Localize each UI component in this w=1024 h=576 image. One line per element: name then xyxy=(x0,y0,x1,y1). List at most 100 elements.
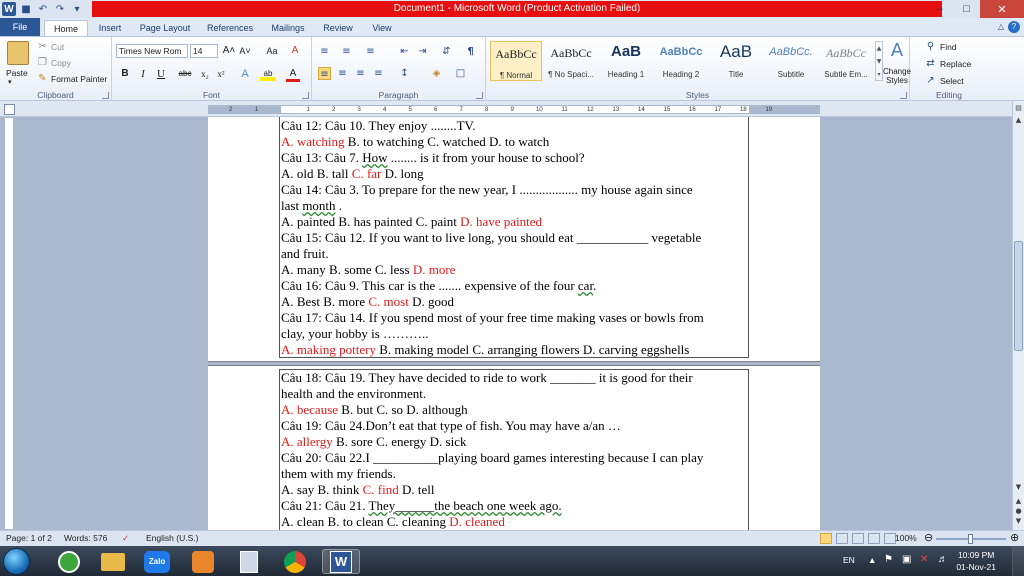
maximize-button[interactable]: □ xyxy=(953,0,980,18)
font-color-icon[interactable]: A xyxy=(286,67,300,82)
question-line[interactable]: Câu 13: Câu 7. How ........ is it from y… xyxy=(280,150,748,166)
question-table-page-1[interactable]: Câu 12: Câu 10. They enjoy ........TV. A.… xyxy=(279,117,749,358)
vertical-scrollbar[interactable]: ▤ ▲ ▼ ▲ ● ▼ xyxy=(1012,101,1024,530)
help-icon[interactable]: ? xyxy=(1008,21,1020,33)
style-no-spacing[interactable]: AaBbCc ¶ No Spaci... xyxy=(545,41,597,81)
network-icon[interactable]: ▣ xyxy=(902,554,911,576)
next-page-icon[interactable]: ▼ xyxy=(1013,516,1024,527)
question-line[interactable]: them with my friends. xyxy=(280,466,748,482)
paste-icon[interactable] xyxy=(7,41,29,65)
chrome-icon[interactable] xyxy=(276,549,314,574)
align-right-icon[interactable]: ≡ xyxy=(354,67,367,80)
select-icon[interactable]: ↗ xyxy=(924,74,937,87)
superscript-button[interactable]: x² xyxy=(214,67,228,81)
web-layout-icon[interactable] xyxy=(852,533,864,544)
bullets-icon[interactable]: ≡ xyxy=(318,45,331,58)
question-line[interactable]: Câu 18: Câu 19. They have decided to rid… xyxy=(280,370,748,386)
clipboard-launcher-icon[interactable] xyxy=(102,92,109,99)
undo-icon[interactable]: ↶ xyxy=(36,2,50,16)
zalo-icon[interactable]: Zalo xyxy=(138,549,176,574)
question-line[interactable]: A. making pottery B. making model C. arr… xyxy=(280,342,748,358)
grow-font-icon[interactable]: A˄ xyxy=(222,44,236,58)
question-line[interactable]: Câu 21: Câu 21. They______the beach one … xyxy=(280,498,748,514)
change-styles-button[interactable]: Change Styles xyxy=(882,67,912,85)
tab-selector-icon[interactable] xyxy=(4,104,15,115)
horizontal-ruler[interactable]: 2 1 1 2 3 4 5 6 7 8 9 10 11 12 13 14 15 16 17 18 19 xyxy=(208,105,820,114)
zoom-level[interactable]: 100% xyxy=(895,533,917,543)
styles-launcher-icon[interactable] xyxy=(900,92,907,99)
minimize-ribbon-icon[interactable]: △ xyxy=(998,22,1004,31)
text-effects-icon[interactable]: A xyxy=(238,67,252,81)
paste-button[interactable]: Paste xyxy=(6,68,28,78)
tab-insert[interactable]: Insert xyxy=(92,20,128,36)
style-normal[interactable]: AaBbCc ¶ Normal xyxy=(490,41,542,81)
language-indicator[interactable]: EN xyxy=(843,555,855,576)
start-button[interactable] xyxy=(3,548,30,575)
paste-dropdown-icon[interactable]: ▾ xyxy=(8,78,12,86)
copy-icon[interactable]: ❐ xyxy=(36,56,49,69)
customize-qat-icon[interactable]: ▾ xyxy=(70,2,84,16)
question-line[interactable]: Câu 17: Câu 14. If you spend most of you… xyxy=(280,310,748,326)
format-painter-icon[interactable]: ✎ xyxy=(36,72,49,85)
align-left-icon[interactable]: ≡ xyxy=(318,67,331,80)
tab-mailings[interactable]: Mailings xyxy=(264,20,312,36)
show-marks-icon[interactable]: ¶ xyxy=(464,45,477,58)
show-hidden-icons[interactable]: ▲ xyxy=(868,555,876,576)
scroll-down-icon[interactable]: ▼ xyxy=(1013,482,1024,493)
page-count[interactable]: Page: 1 of 2 xyxy=(6,533,52,543)
media-player-icon[interactable] xyxy=(184,549,222,574)
language[interactable]: English (U.S.) xyxy=(146,533,198,543)
sort-icon[interactable]: ⇵ xyxy=(440,45,453,58)
volume-icon[interactable]: ♬ xyxy=(938,554,948,576)
question-line[interactable]: Câu 20: Câu 22.I __________playing board… xyxy=(280,450,748,466)
change-styles-icon[interactable]: A xyxy=(890,41,904,61)
question-line[interactable]: Câu 14: Câu 3. To prepare for the new ye… xyxy=(280,182,748,198)
proofing-icon[interactable]: ✓ xyxy=(122,533,129,544)
flag-icon[interactable]: ⚑ xyxy=(884,554,893,576)
connection-status-icon[interactable]: ✕ xyxy=(920,554,928,576)
justify-icon[interactable]: ≡ xyxy=(372,67,385,80)
underline-button[interactable]: U xyxy=(154,67,168,81)
full-screen-reading-icon[interactable] xyxy=(836,533,848,544)
zoom-in-icon[interactable]: ⊕ xyxy=(1010,531,1019,544)
shading-icon[interactable]: ◈ xyxy=(430,67,443,80)
style-heading-2[interactable]: AaBbCc Heading 2 xyxy=(655,41,707,81)
close-button[interactable]: ✕ xyxy=(980,0,1024,18)
question-line[interactable]: A. many B. some C. less D. more xyxy=(280,262,748,278)
question-line[interactable]: A. because B. but C. so D. although xyxy=(280,402,748,418)
outline-icon[interactable] xyxy=(868,533,880,544)
question-line[interactable]: and fruit. xyxy=(280,246,748,262)
redo-icon[interactable]: ↷ xyxy=(53,2,67,16)
question-line[interactable]: A. watching B. to watching C. watched D.… xyxy=(280,134,748,150)
style-title[interactable]: AaB Title xyxy=(710,41,762,81)
style-subtle-emphasis[interactable]: AaBbCc Subtle Em... xyxy=(820,41,872,81)
calculator-icon[interactable] xyxy=(230,549,268,574)
question-line[interactable]: A. old B. tall C. far D. long xyxy=(280,166,748,182)
bold-button[interactable]: B xyxy=(118,67,132,81)
tab-home[interactable]: Home xyxy=(44,20,88,36)
font-size-box[interactable]: 14 xyxy=(190,44,218,58)
align-center-icon[interactable]: ≡ xyxy=(336,67,349,80)
change-case-icon[interactable]: Aa xyxy=(262,44,282,58)
question-line[interactable]: last month . xyxy=(280,198,748,214)
find-button[interactable]: Find xyxy=(940,42,957,52)
increase-indent-icon[interactable]: ⇥ xyxy=(416,45,429,58)
replace-icon[interactable]: ⇄ xyxy=(924,57,937,70)
question-line[interactable]: Câu 19: Câu 24.Don’t eat that type of fi… xyxy=(280,418,748,434)
question-line[interactable]: A. clean B. to clean C. cleaning D. clea… xyxy=(280,514,748,530)
copy-button[interactable]: Copy xyxy=(51,58,71,68)
tab-references[interactable]: References xyxy=(202,20,258,36)
tab-file[interactable]: File xyxy=(0,18,40,36)
clock[interactable]: 10:09 PM 01-Nov-21 xyxy=(956,549,996,573)
scroll-up-icon[interactable]: ▲ xyxy=(1013,115,1024,126)
font-launcher-icon[interactable] xyxy=(302,92,309,99)
question-line[interactable]: Câu 15: Câu 12. If you want to live long… xyxy=(280,230,748,246)
clear-formatting-icon[interactable]: A xyxy=(288,44,302,58)
tab-review[interactable]: Review xyxy=(318,20,358,36)
zoom-slider-knob[interactable] xyxy=(968,534,973,544)
line-spacing-icon[interactable]: ↕ xyxy=(398,67,411,80)
subscript-button[interactable]: x₂ xyxy=(198,67,212,81)
italic-button[interactable]: I xyxy=(136,67,150,81)
ruler-toggle-icon[interactable]: ▤ xyxy=(1013,103,1024,114)
question-line[interactable]: A. say B. think C. find D. tell xyxy=(280,482,748,498)
